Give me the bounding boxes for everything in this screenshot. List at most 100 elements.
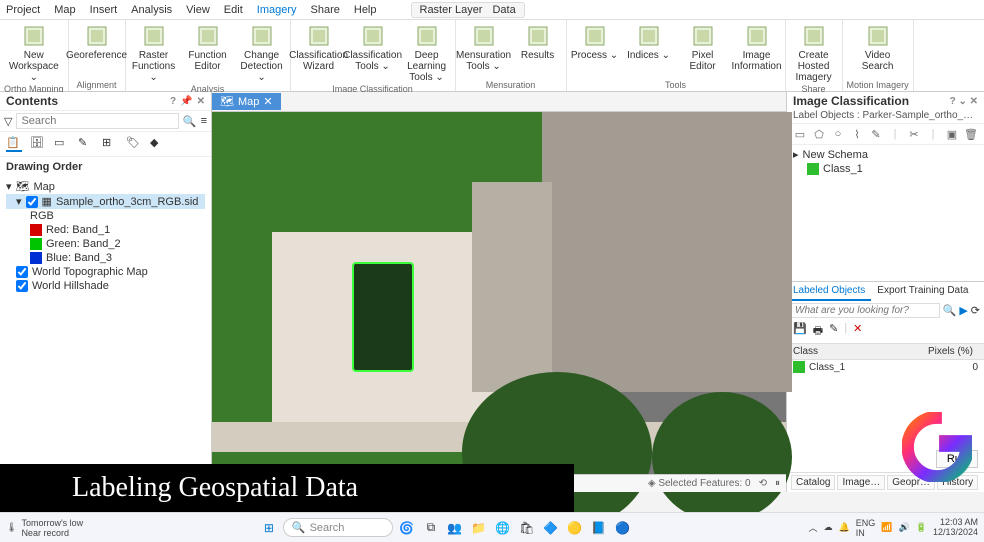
segment-tool-icon[interactable]: ✂ [907,127,921,141]
menu-map[interactable]: Map [54,4,75,16]
menu-imagery[interactable]: Imagery [257,4,297,16]
pause-icon[interactable]: ⏸ [775,478,780,489]
ribbon-button[interactable]: Deep Learning Tools ⌄ [403,22,451,83]
menu-project[interactable]: Project [6,4,40,16]
ribbon-button[interactable]: Create Hosted Imagery [790,22,838,83]
tab-export-training[interactable]: Export Training Data [871,282,974,301]
menu-view[interactable]: View [186,4,210,16]
close-panel-icon[interactable]: ✕ [197,96,205,107]
ribbon-button[interactable]: Function Editor [184,22,232,83]
labeled-search-input[interactable] [791,303,940,318]
refresh-icon[interactable]: ⟲ [759,478,767,489]
list-by-editing-icon[interactable]: ✎ [78,136,94,152]
ribbon-button[interactable]: Process ⌄ [571,22,619,72]
search-icon[interactable]: 🔍 [943,304,957,317]
explorer-icon[interactable]: 📁 [469,518,489,538]
close-tab-icon[interactable]: ✕ [263,95,272,108]
tab-catalog[interactable]: Catalog [791,475,835,490]
ribbon-button[interactable]: Classification Tools ⌄ [349,22,397,83]
menu-share[interactable]: Share [311,4,340,16]
chevron-up-icon[interactable]: ︿ [809,521,818,534]
wifi-icon[interactable]: 📶 [881,522,892,533]
ribbon-button[interactable]: Raster Functions ⌄ [130,22,178,83]
ribbon-button[interactable]: Results [514,22,562,72]
taskbar-search[interactable]: 🔍 Search [283,518,393,537]
list-by-perspective-icon[interactable]: ◆ [150,136,166,152]
band-row[interactable]: Red: Band_1 [6,223,205,237]
basemap-row[interactable]: World Topographic Map [6,265,205,279]
play-icon[interactable]: ▶ [959,304,967,317]
bell-icon[interactable]: 🔔 [839,522,850,533]
context-tab-raster-layer[interactable]: Raster Layer [420,4,483,16]
edge-icon[interactable]: 🌐 [493,518,513,538]
ribbon-button[interactable]: Georeference [73,22,121,61]
list-by-selection-icon[interactable]: ▭ [54,136,70,152]
menu-edit[interactable]: Edit [224,4,243,16]
task-view-icon[interactable]: ⧉ [421,518,441,538]
map-canvas[interactable] [212,112,786,492]
schema-root[interactable]: ▸ New Schema [793,147,978,162]
menu-analysis[interactable]: Analysis [131,4,172,16]
menu-help[interactable]: Help [354,4,377,16]
labeled-car-bbox[interactable] [352,262,414,372]
volume-icon[interactable]: 🔊 [899,522,910,533]
filter-icon[interactable]: ▽ [4,115,12,128]
menu-insert[interactable]: Insert [90,4,118,16]
list-by-snapping-icon[interactable]: ⊞ [102,136,118,152]
print-icon[interactable]: 🖶 [813,322,823,341]
freehand-tool-icon[interactable]: ✎ [869,127,883,141]
ribbon-button[interactable]: Video Search [854,22,902,72]
band-row[interactable]: Blue: Band_3 [6,251,205,265]
loop-icon[interactable]: ⟳ [971,304,980,317]
save-icon[interactable]: 💾 [793,322,807,341]
col-class[interactable]: Class [787,344,924,359]
onedrive-icon[interactable]: ☁ [824,522,833,533]
menu-icon[interactable]: ≡ [201,115,207,127]
delete-icon[interactable]: ✕ [853,322,862,341]
col-pixels[interactable]: Pixels (%) [924,344,984,359]
arcgis-icon[interactable]: 🔵 [613,518,633,538]
list-by-labeling-icon[interactable]: 🏷 [126,136,142,152]
chrome-icon[interactable]: 🟡 [565,518,585,538]
collapse-icon[interactable]: ▾ [16,195,22,208]
edit-icon[interactable]: ✎ [829,322,838,341]
ribbon-button[interactable]: Classification Wizard [295,22,343,83]
clock[interactable]: 12:03 AM12/13/2024 [933,518,978,538]
table-row[interactable]: Class_1 0 [787,360,984,374]
help-icon[interactable]: ? [170,96,176,107]
language-indicator[interactable]: ENGIN [856,518,876,538]
context-tab-data[interactable]: Data [492,4,515,16]
polygon-tool-icon[interactable]: ⬠ [812,127,826,141]
search-icon[interactable]: 🔍 [183,115,197,128]
layer-visibility-checkbox[interactable] [26,196,38,208]
teams-icon[interactable]: 👥 [445,518,465,538]
list-by-source-icon[interactable]: 🗄 [30,136,46,152]
select-tool-icon[interactable]: ▣ [945,127,959,141]
band-row[interactable]: Green: Band_2 [6,237,205,251]
basemap-row[interactable]: World Hillshade [6,279,205,293]
word-icon[interactable]: 📘 [589,518,609,538]
pin-icon[interactable]: 📌 [180,96,192,107]
app-icon[interactable]: 🔷 [541,518,561,538]
map-node[interactable]: ▾ 🗺 Map [6,179,205,194]
circle-tool-icon[interactable]: ○ [831,127,845,141]
start-button[interactable]: ⊞ [259,518,279,538]
copilot-icon[interactable]: 🌀 [397,518,417,538]
basemap-checkbox[interactable] [16,266,28,278]
weather-widget[interactable]: 🌡 Tomorrow's low Near record [6,518,83,538]
ribbon-button[interactable]: Pixel Editor [679,22,727,72]
lasso-tool-icon[interactable]: ⌇ [850,127,864,141]
list-by-drawing-icon[interactable]: 📋 [6,136,22,152]
tab-image[interactable]: Image… [837,475,885,490]
delete-tool-icon[interactable]: 🗑 [964,127,978,141]
battery-icon[interactable]: 🔋 [916,522,927,533]
raster-layer-row[interactable]: ▾ ▦ Sample_ortho_3cm_RGB.sid [6,194,205,209]
ribbon-button[interactable]: Image Information [733,22,781,72]
map-tab[interactable]: 🗺 Map ✕ [212,93,281,110]
ribbon-button[interactable]: Change Detection ⌄ [238,22,286,83]
ribbon-button[interactable]: Indices ⌄ [625,22,673,72]
map-view[interactable]: 🗺 Map ✕ ◈ Selected Features: 0 ⟲ ⏸ [212,92,786,492]
basemap-checkbox[interactable] [16,280,28,292]
collapse-icon[interactable]: ▾ [6,180,12,193]
ribbon-button[interactable]: New Workspace ⌄ [10,22,58,83]
